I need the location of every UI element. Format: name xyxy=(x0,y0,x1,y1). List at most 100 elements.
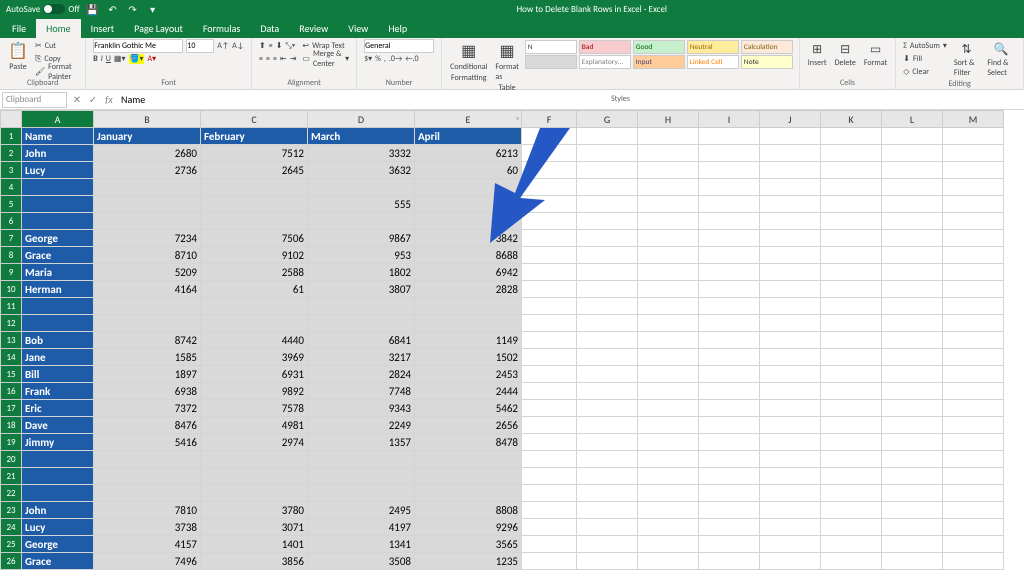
cell[interactable] xyxy=(522,264,577,281)
fx-icon[interactable]: fx xyxy=(101,93,117,106)
cell[interactable] xyxy=(699,553,760,570)
cell[interactable] xyxy=(821,264,882,281)
cell[interactable]: 1235 xyxy=(415,553,522,570)
cell[interactable]: 9102 xyxy=(201,247,308,264)
cell[interactable]: Maria xyxy=(22,264,94,281)
cell[interactable] xyxy=(577,145,638,162)
cell[interactable] xyxy=(522,213,577,230)
cell[interactable] xyxy=(760,519,821,536)
cell[interactable] xyxy=(308,213,415,230)
cell[interactable]: 1897 xyxy=(94,366,201,383)
cell[interactable] xyxy=(201,213,308,230)
cell[interactable] xyxy=(522,434,577,451)
cell[interactable] xyxy=(943,196,1004,213)
style-cell[interactable]: Neutral xyxy=(687,40,739,54)
cell[interactable]: Frank xyxy=(22,383,94,400)
cell[interactable] xyxy=(760,553,821,570)
cell[interactable] xyxy=(22,179,94,196)
cell[interactable] xyxy=(943,383,1004,400)
cell[interactable]: John xyxy=(22,502,94,519)
cell[interactable] xyxy=(308,485,415,502)
cell[interactable] xyxy=(760,247,821,264)
cell[interactable] xyxy=(522,451,577,468)
cell[interactable] xyxy=(94,298,201,315)
cell[interactable] xyxy=(522,485,577,502)
cell[interactable]: 2495 xyxy=(308,502,415,519)
cell[interactable] xyxy=(760,315,821,332)
cell[interactable] xyxy=(415,196,522,213)
cell[interactable]: Bob xyxy=(22,332,94,349)
cell[interactable] xyxy=(882,417,943,434)
cell[interactable] xyxy=(522,196,577,213)
cell[interactable] xyxy=(821,400,882,417)
cell[interactable] xyxy=(882,145,943,162)
cell[interactable] xyxy=(821,196,882,213)
cell[interactable] xyxy=(577,451,638,468)
cell[interactable]: 3856 xyxy=(201,553,308,570)
row-header[interactable]: 8 xyxy=(0,247,22,264)
col-header-G[interactable]: G xyxy=(577,110,638,128)
row-header[interactable]: 24 xyxy=(0,519,22,536)
style-cell[interactable] xyxy=(525,55,577,69)
cell[interactable] xyxy=(943,366,1004,383)
cell[interactable] xyxy=(415,485,522,502)
row-header[interactable]: 6 xyxy=(0,213,22,230)
cell[interactable] xyxy=(638,315,699,332)
cell[interactable] xyxy=(699,145,760,162)
cell[interactable] xyxy=(577,502,638,519)
cell[interactable]: 5416 xyxy=(94,434,201,451)
row-header[interactable]: 21 xyxy=(0,468,22,485)
cell[interactable]: 6841 xyxy=(308,332,415,349)
style-cell[interactable]: Linked Cell xyxy=(687,55,739,69)
cell[interactable] xyxy=(882,332,943,349)
cell[interactable] xyxy=(522,519,577,536)
cell[interactable] xyxy=(699,315,760,332)
align-top-icon[interactable]: ⬆ xyxy=(259,41,266,51)
cell[interactable] xyxy=(882,383,943,400)
cell[interactable] xyxy=(699,230,760,247)
row-header[interactable]: 19 xyxy=(0,434,22,451)
cell[interactable] xyxy=(760,417,821,434)
cell[interactable] xyxy=(638,400,699,417)
bold-button[interactable]: B xyxy=(93,54,97,64)
indent-inc-icon[interactable]: ⇥ xyxy=(290,54,297,64)
cell[interactable] xyxy=(638,366,699,383)
cell[interactable] xyxy=(943,247,1004,264)
cell[interactable] xyxy=(821,128,882,145)
tab-file[interactable]: File xyxy=(2,19,36,38)
cell[interactable] xyxy=(638,417,699,434)
row-header[interactable]: 4 xyxy=(0,179,22,196)
cell[interactable] xyxy=(760,298,821,315)
cell[interactable]: 2824 xyxy=(308,366,415,383)
row-header[interactable]: 5 xyxy=(0,196,22,213)
tab-page-layout[interactable]: Page Layout xyxy=(124,19,193,38)
cell[interactable] xyxy=(821,417,882,434)
cell[interactable] xyxy=(821,519,882,536)
dec-decimal-icon[interactable]: ←.0 xyxy=(405,54,418,64)
tab-help[interactable]: Help xyxy=(378,19,417,38)
row-header[interactable]: 15 xyxy=(0,366,22,383)
cell[interactable] xyxy=(577,281,638,298)
cell[interactable] xyxy=(821,383,882,400)
cell[interactable] xyxy=(821,162,882,179)
cell[interactable] xyxy=(522,315,577,332)
cell[interactable] xyxy=(699,417,760,434)
cell[interactable]: January xyxy=(94,128,201,145)
redo-icon[interactable]: ↷ xyxy=(126,2,140,16)
tab-formulas[interactable]: Formulas xyxy=(193,19,250,38)
cell[interactable] xyxy=(577,179,638,196)
cell[interactable] xyxy=(821,230,882,247)
cell[interactable] xyxy=(882,553,943,570)
cell[interactable] xyxy=(760,230,821,247)
cell[interactable] xyxy=(22,468,94,485)
cell[interactable] xyxy=(882,298,943,315)
cell[interactable] xyxy=(760,128,821,145)
cell[interactable] xyxy=(201,196,308,213)
cell[interactable]: Dave xyxy=(22,417,94,434)
cell[interactable] xyxy=(821,349,882,366)
cell[interactable]: Lucy xyxy=(22,162,94,179)
cell[interactable] xyxy=(577,247,638,264)
cell[interactable] xyxy=(201,451,308,468)
cell[interactable] xyxy=(522,281,577,298)
cell[interactable] xyxy=(821,536,882,553)
